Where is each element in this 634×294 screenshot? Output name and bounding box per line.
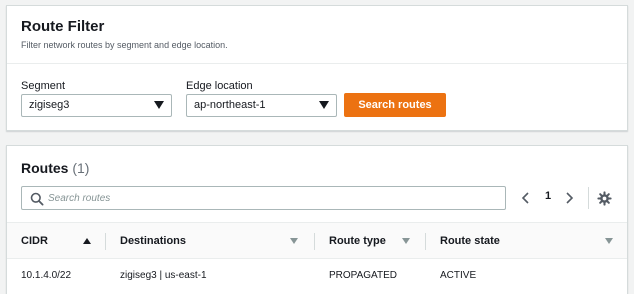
cell-cidr: 10.1.4.0/22: [21, 270, 72, 281]
caret-down-icon: [319, 101, 329, 109]
sort-icon[interactable]: [290, 238, 298, 244]
edge-location-select-value: ap-northeast-1: [194, 99, 266, 111]
chevron-left-icon[interactable]: [519, 191, 533, 205]
routes-count: (1): [72, 160, 90, 176]
sort-ascending-icon[interactable]: [83, 238, 91, 244]
table-row: 10.1.4.0/22 zigiseg3 | us-east-1 PROPAGA…: [7, 260, 627, 293]
search-routes-button[interactable]: Search routes: [344, 93, 446, 117]
routes-table-header: CIDR Destinations Route type Route state: [7, 222, 627, 259]
column-header-destinations[interactable]: Destinations: [120, 223, 186, 260]
routes-title: Routes (1): [21, 160, 89, 176]
routes-title-text: Routes: [21, 160, 69, 176]
sort-icon[interactable]: [605, 238, 613, 244]
column-divider: [425, 233, 426, 250]
routes-panel: Routes (1) 1 CIDR Destinations Route: [6, 145, 628, 294]
route-filter-description: Filter network routes by segment and edg…: [21, 40, 228, 50]
segment-select-value: zigiseg3: [29, 99, 70, 111]
search-routes-field[interactable]: [21, 186, 506, 210]
pagination-current-page[interactable]: 1: [538, 190, 558, 202]
segment-label: Segment: [21, 80, 66, 92]
column-header-route-state[interactable]: Route state: [440, 223, 500, 260]
search-routes-input[interactable]: [48, 190, 498, 206]
route-filter-title: Route Filter: [21, 18, 105, 35]
pagination-divider: [588, 187, 589, 209]
sort-icon[interactable]: [402, 238, 410, 244]
segment-select[interactable]: zigiseg3: [21, 94, 172, 117]
route-filter-panel: Route Filter Filter network routes by se…: [6, 5, 628, 131]
cell-destinations: zigiseg3 | us-east-1: [120, 270, 207, 281]
column-divider: [105, 233, 106, 250]
search-icon: [30, 192, 44, 206]
caret-down-icon: [154, 101, 164, 109]
chevron-right-icon[interactable]: [562, 191, 576, 205]
edge-location-label: Edge location: [186, 80, 253, 92]
edge-location-select[interactable]: ap-northeast-1: [186, 94, 337, 117]
column-header-cidr[interactable]: CIDR: [21, 223, 48, 260]
route-filter-header: Route Filter Filter network routes by se…: [7, 6, 627, 64]
cell-route-type: PROPAGATED: [329, 270, 397, 281]
gear-icon[interactable]: [597, 191, 612, 206]
column-header-route-type[interactable]: Route type: [329, 223, 386, 260]
column-divider: [314, 233, 315, 250]
cell-route-state: ACTIVE: [440, 270, 477, 281]
